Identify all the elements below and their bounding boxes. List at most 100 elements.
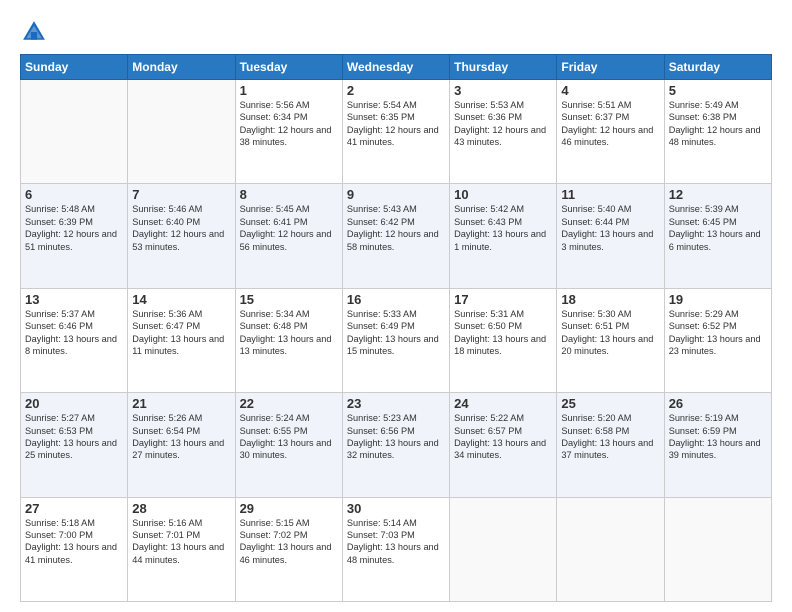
day-number: 27 xyxy=(25,501,123,516)
cell-text: Sunrise: 5:46 AM Sunset: 6:40 PM Dayligh… xyxy=(132,203,230,253)
calendar-header-row: SundayMondayTuesdayWednesdayThursdayFrid… xyxy=(21,55,772,80)
calendar-cell: 10Sunrise: 5:42 AM Sunset: 6:43 PM Dayli… xyxy=(450,184,557,288)
cell-text: Sunrise: 5:14 AM Sunset: 7:03 PM Dayligh… xyxy=(347,517,445,567)
calendar-cell: 9Sunrise: 5:43 AM Sunset: 6:42 PM Daylig… xyxy=(342,184,449,288)
calendar-cell: 24Sunrise: 5:22 AM Sunset: 6:57 PM Dayli… xyxy=(450,393,557,497)
calendar-cell xyxy=(21,80,128,184)
cell-text: Sunrise: 5:22 AM Sunset: 6:57 PM Dayligh… xyxy=(454,412,552,462)
calendar-cell: 27Sunrise: 5:18 AM Sunset: 7:00 PM Dayli… xyxy=(21,497,128,601)
cell-text: Sunrise: 5:15 AM Sunset: 7:02 PM Dayligh… xyxy=(240,517,338,567)
calendar-cell: 5Sunrise: 5:49 AM Sunset: 6:38 PM Daylig… xyxy=(664,80,771,184)
day-number: 18 xyxy=(561,292,659,307)
day-number: 24 xyxy=(454,396,552,411)
day-header-tuesday: Tuesday xyxy=(235,55,342,80)
calendar-week-3: 13Sunrise: 5:37 AM Sunset: 6:46 PM Dayli… xyxy=(21,288,772,392)
calendar-cell xyxy=(664,497,771,601)
calendar-cell: 3Sunrise: 5:53 AM Sunset: 6:36 PM Daylig… xyxy=(450,80,557,184)
calendar-cell: 21Sunrise: 5:26 AM Sunset: 6:54 PM Dayli… xyxy=(128,393,235,497)
cell-text: Sunrise: 5:20 AM Sunset: 6:58 PM Dayligh… xyxy=(561,412,659,462)
cell-text: Sunrise: 5:48 AM Sunset: 6:39 PM Dayligh… xyxy=(25,203,123,253)
cell-text: Sunrise: 5:42 AM Sunset: 6:43 PM Dayligh… xyxy=(454,203,552,253)
day-number: 30 xyxy=(347,501,445,516)
cell-text: Sunrise: 5:29 AM Sunset: 6:52 PM Dayligh… xyxy=(669,308,767,358)
cell-text: Sunrise: 5:31 AM Sunset: 6:50 PM Dayligh… xyxy=(454,308,552,358)
logo-icon xyxy=(20,18,48,46)
day-number: 13 xyxy=(25,292,123,307)
cell-text: Sunrise: 5:24 AM Sunset: 6:55 PM Dayligh… xyxy=(240,412,338,462)
cell-text: Sunrise: 5:18 AM Sunset: 7:00 PM Dayligh… xyxy=(25,517,123,567)
calendar-cell: 8Sunrise: 5:45 AM Sunset: 6:41 PM Daylig… xyxy=(235,184,342,288)
calendar-cell: 14Sunrise: 5:36 AM Sunset: 6:47 PM Dayli… xyxy=(128,288,235,392)
calendar-cell: 22Sunrise: 5:24 AM Sunset: 6:55 PM Dayli… xyxy=(235,393,342,497)
calendar-week-2: 6Sunrise: 5:48 AM Sunset: 6:39 PM Daylig… xyxy=(21,184,772,288)
cell-text: Sunrise: 5:53 AM Sunset: 6:36 PM Dayligh… xyxy=(454,99,552,149)
calendar-cell: 20Sunrise: 5:27 AM Sunset: 6:53 PM Dayli… xyxy=(21,393,128,497)
calendar-cell: 2Sunrise: 5:54 AM Sunset: 6:35 PM Daylig… xyxy=(342,80,449,184)
cell-text: Sunrise: 5:45 AM Sunset: 6:41 PM Dayligh… xyxy=(240,203,338,253)
day-number: 2 xyxy=(347,83,445,98)
calendar-week-5: 27Sunrise: 5:18 AM Sunset: 7:00 PM Dayli… xyxy=(21,497,772,601)
calendar-cell: 28Sunrise: 5:16 AM Sunset: 7:01 PM Dayli… xyxy=(128,497,235,601)
day-header-friday: Friday xyxy=(557,55,664,80)
calendar-cell: 13Sunrise: 5:37 AM Sunset: 6:46 PM Dayli… xyxy=(21,288,128,392)
day-number: 26 xyxy=(669,396,767,411)
cell-text: Sunrise: 5:40 AM Sunset: 6:44 PM Dayligh… xyxy=(561,203,659,253)
calendar-week-1: 1Sunrise: 5:56 AM Sunset: 6:34 PM Daylig… xyxy=(21,80,772,184)
cell-text: Sunrise: 5:43 AM Sunset: 6:42 PM Dayligh… xyxy=(347,203,445,253)
day-number: 5 xyxy=(669,83,767,98)
day-number: 16 xyxy=(347,292,445,307)
day-number: 22 xyxy=(240,396,338,411)
cell-text: Sunrise: 5:16 AM Sunset: 7:01 PM Dayligh… xyxy=(132,517,230,567)
day-header-sunday: Sunday xyxy=(21,55,128,80)
cell-text: Sunrise: 5:39 AM Sunset: 6:45 PM Dayligh… xyxy=(669,203,767,253)
cell-text: Sunrise: 5:26 AM Sunset: 6:54 PM Dayligh… xyxy=(132,412,230,462)
calendar-cell: 23Sunrise: 5:23 AM Sunset: 6:56 PM Dayli… xyxy=(342,393,449,497)
day-number: 19 xyxy=(669,292,767,307)
day-number: 15 xyxy=(240,292,338,307)
day-number: 6 xyxy=(25,187,123,202)
calendar-cell: 16Sunrise: 5:33 AM Sunset: 6:49 PM Dayli… xyxy=(342,288,449,392)
calendar-cell: 18Sunrise: 5:30 AM Sunset: 6:51 PM Dayli… xyxy=(557,288,664,392)
calendar: SundayMondayTuesdayWednesdayThursdayFrid… xyxy=(20,54,772,602)
cell-text: Sunrise: 5:36 AM Sunset: 6:47 PM Dayligh… xyxy=(132,308,230,358)
day-number: 12 xyxy=(669,187,767,202)
calendar-cell: 19Sunrise: 5:29 AM Sunset: 6:52 PM Dayli… xyxy=(664,288,771,392)
day-header-saturday: Saturday xyxy=(664,55,771,80)
calendar-week-4: 20Sunrise: 5:27 AM Sunset: 6:53 PM Dayli… xyxy=(21,393,772,497)
cell-text: Sunrise: 5:34 AM Sunset: 6:48 PM Dayligh… xyxy=(240,308,338,358)
day-number: 4 xyxy=(561,83,659,98)
cell-text: Sunrise: 5:30 AM Sunset: 6:51 PM Dayligh… xyxy=(561,308,659,358)
calendar-cell: 26Sunrise: 5:19 AM Sunset: 6:59 PM Dayli… xyxy=(664,393,771,497)
day-number: 17 xyxy=(454,292,552,307)
cell-text: Sunrise: 5:56 AM Sunset: 6:34 PM Dayligh… xyxy=(240,99,338,149)
day-number: 7 xyxy=(132,187,230,202)
cell-text: Sunrise: 5:54 AM Sunset: 6:35 PM Dayligh… xyxy=(347,99,445,149)
calendar-cell: 29Sunrise: 5:15 AM Sunset: 7:02 PM Dayli… xyxy=(235,497,342,601)
calendar-cell: 12Sunrise: 5:39 AM Sunset: 6:45 PM Dayli… xyxy=(664,184,771,288)
day-number: 29 xyxy=(240,501,338,516)
day-number: 28 xyxy=(132,501,230,516)
cell-text: Sunrise: 5:49 AM Sunset: 6:38 PM Dayligh… xyxy=(669,99,767,149)
day-number: 3 xyxy=(454,83,552,98)
day-number: 23 xyxy=(347,396,445,411)
calendar-cell: 6Sunrise: 5:48 AM Sunset: 6:39 PM Daylig… xyxy=(21,184,128,288)
cell-text: Sunrise: 5:19 AM Sunset: 6:59 PM Dayligh… xyxy=(669,412,767,462)
day-number: 10 xyxy=(454,187,552,202)
calendar-cell: 30Sunrise: 5:14 AM Sunset: 7:03 PM Dayli… xyxy=(342,497,449,601)
day-header-wednesday: Wednesday xyxy=(342,55,449,80)
calendar-cell: 17Sunrise: 5:31 AM Sunset: 6:50 PM Dayli… xyxy=(450,288,557,392)
day-number: 20 xyxy=(25,396,123,411)
day-number: 8 xyxy=(240,187,338,202)
header xyxy=(20,18,772,46)
cell-text: Sunrise: 5:23 AM Sunset: 6:56 PM Dayligh… xyxy=(347,412,445,462)
page: SundayMondayTuesdayWednesdayThursdayFrid… xyxy=(0,0,792,612)
calendar-cell xyxy=(450,497,557,601)
day-number: 11 xyxy=(561,187,659,202)
day-number: 9 xyxy=(347,187,445,202)
calendar-cell: 1Sunrise: 5:56 AM Sunset: 6:34 PM Daylig… xyxy=(235,80,342,184)
day-header-thursday: Thursday xyxy=(450,55,557,80)
day-number: 1 xyxy=(240,83,338,98)
cell-text: Sunrise: 5:51 AM Sunset: 6:37 PM Dayligh… xyxy=(561,99,659,149)
day-number: 14 xyxy=(132,292,230,307)
calendar-cell xyxy=(128,80,235,184)
